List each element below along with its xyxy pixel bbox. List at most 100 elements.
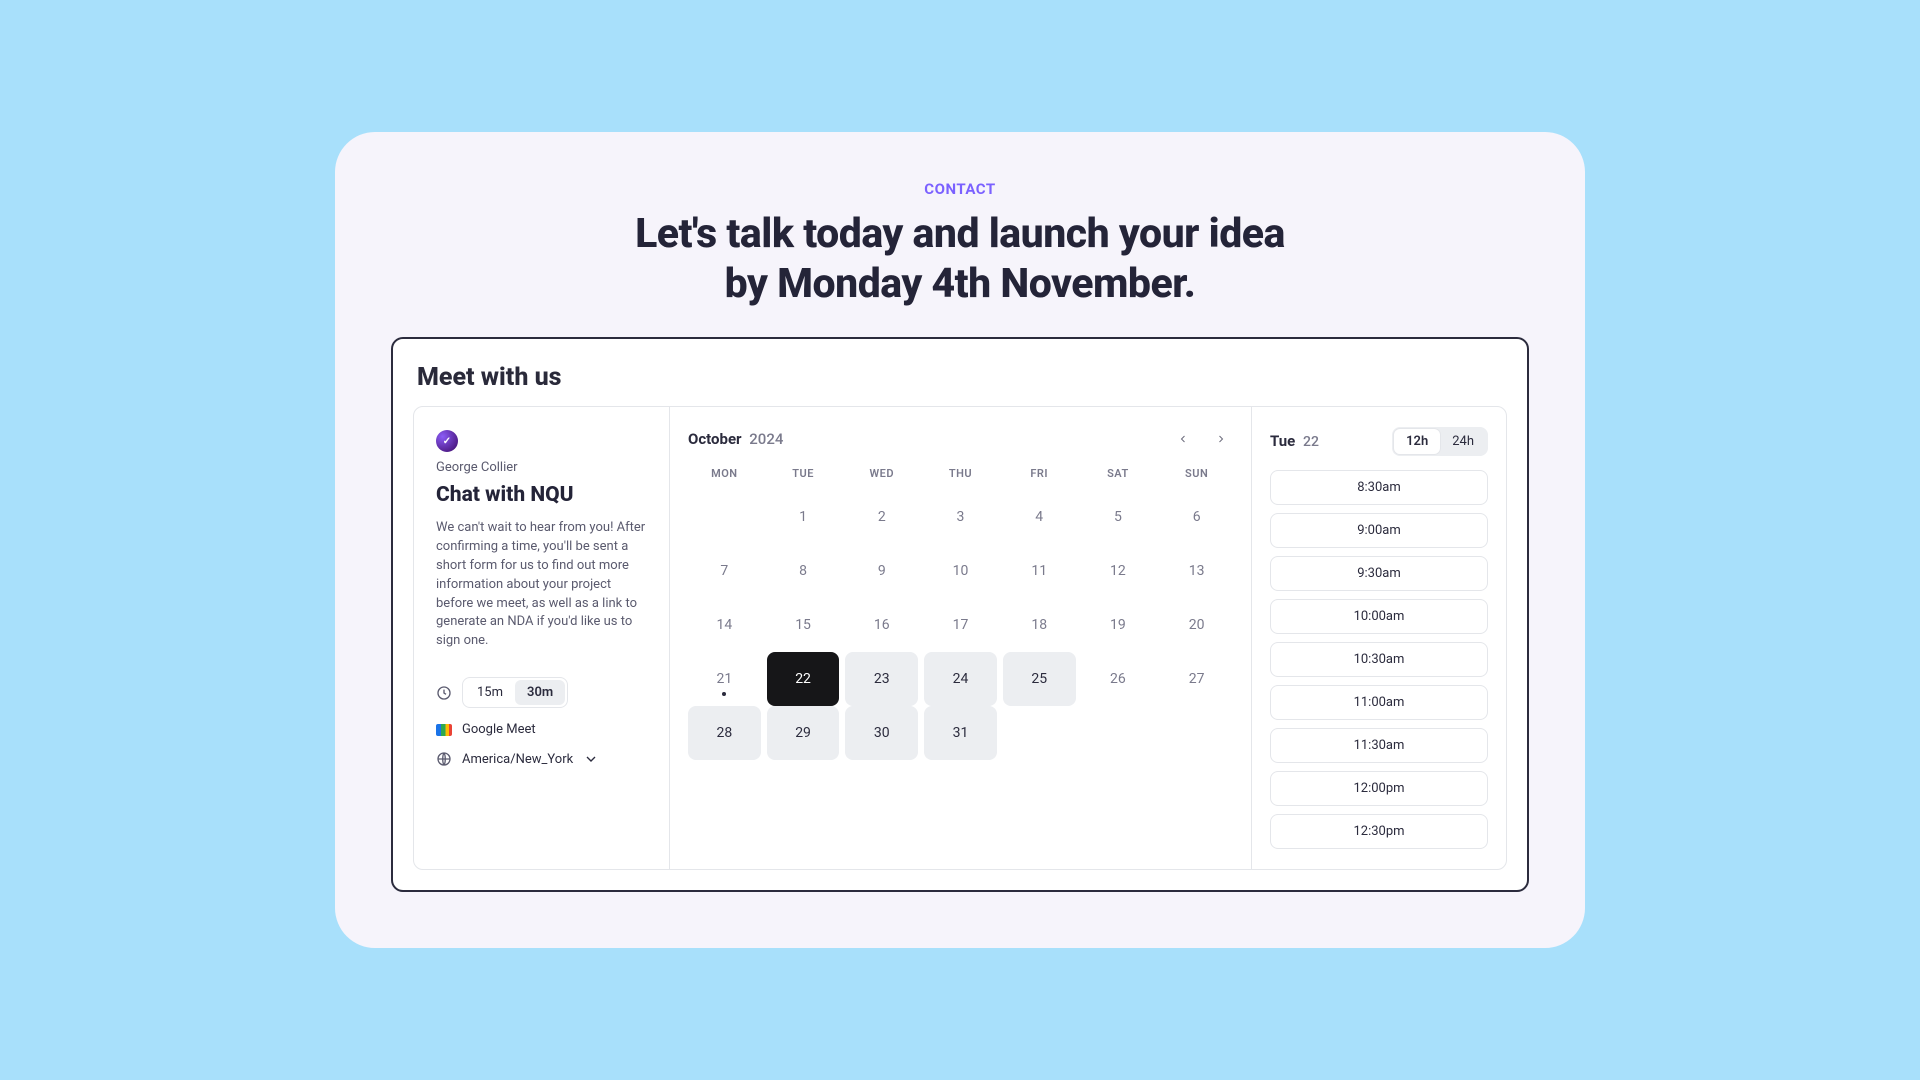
duration-row: 15m30m bbox=[436, 677, 647, 708]
calendar-day-20: 20 bbox=[1160, 598, 1233, 652]
event-details-column: George Collier Chat with NQU We can't wa… bbox=[414, 407, 670, 869]
calendar-month: October bbox=[688, 430, 742, 448]
calendar-week-row: 21222324252627 bbox=[688, 652, 1233, 706]
calendar-dow: SUN bbox=[1160, 461, 1233, 490]
calendar-day-empty bbox=[688, 490, 761, 544]
globe-icon bbox=[436, 751, 452, 767]
timeslot-list: 8:30am 9:00am 9:30am 10:00am 10:30am 11:00am 1… bbox=[1270, 470, 1488, 849]
selected-day-label: Tue 22 bbox=[1270, 432, 1319, 450]
selected-day-num: 22 bbox=[1303, 434, 1319, 450]
calendar-day-4: 4 bbox=[1003, 490, 1076, 544]
calendar-day-9: 9 bbox=[845, 544, 918, 598]
host-avatar bbox=[436, 430, 458, 452]
time-format-option-24h[interactable]: 24h bbox=[1440, 429, 1486, 454]
timeslot[interactable]: 11:30am bbox=[1270, 728, 1488, 763]
calendar-nav bbox=[1171, 427, 1233, 451]
location-label: Google Meet bbox=[462, 722, 536, 737]
calendar-day-11: 11 bbox=[1003, 544, 1076, 598]
calendar-header: October 2024 bbox=[688, 427, 1233, 451]
headline-line2: by Monday 4th November. bbox=[725, 260, 1196, 308]
booking-inner: George Collier Chat with NQU We can't wa… bbox=[413, 406, 1507, 870]
timeslot[interactable]: 10:30am bbox=[1270, 642, 1488, 677]
calendar-day-empty bbox=[1003, 706, 1076, 760]
timezone-row[interactable]: America/New_York bbox=[436, 751, 647, 767]
calendar-day-1: 1 bbox=[767, 490, 840, 544]
calendar-day-28[interactable]: 28 bbox=[688, 706, 761, 760]
calendar-day-5: 5 bbox=[1082, 490, 1155, 544]
calendar-day-15: 15 bbox=[767, 598, 840, 652]
calendar-month-label: October 2024 bbox=[688, 430, 783, 448]
calendar-grid: 1234567891011121314151617181920212223242… bbox=[688, 490, 1233, 760]
calendar-dow: FRI bbox=[1003, 461, 1076, 490]
calendar-day-27: 27 bbox=[1160, 652, 1233, 706]
time-format-option-12h[interactable]: 12h bbox=[1394, 429, 1440, 454]
calendar-week-row: 28293031 bbox=[688, 706, 1233, 760]
calendar-day-13: 13 bbox=[1160, 544, 1233, 598]
duration-option-30m[interactable]: 30m bbox=[515, 680, 565, 705]
clock-icon bbox=[436, 685, 452, 701]
calendar-day-23[interactable]: 23 bbox=[845, 652, 918, 706]
time-format-segmented: 12h24h bbox=[1392, 427, 1488, 456]
calendar-day-30[interactable]: 30 bbox=[845, 706, 918, 760]
calendar-week-row: 78910111213 bbox=[688, 544, 1233, 598]
timeslot[interactable]: 9:00am bbox=[1270, 513, 1488, 548]
timeslot[interactable]: 9:30am bbox=[1270, 556, 1488, 591]
calendar-column: October 2024 MONTUEWEDTHUFRISATSUN 12345… bbox=[670, 407, 1252, 869]
calendar-day-2: 2 bbox=[845, 490, 918, 544]
calendar-dow: WED bbox=[845, 461, 918, 490]
calendar-day-7: 7 bbox=[688, 544, 761, 598]
booking-panel: Meet with us George Collier Chat with NQ… bbox=[391, 337, 1529, 892]
timeslot[interactable]: 8:30am bbox=[1270, 470, 1488, 505]
calendar-day-empty bbox=[1082, 706, 1155, 760]
calendar-day-25[interactable]: 25 bbox=[1003, 652, 1076, 706]
calendar-day-6: 6 bbox=[1160, 490, 1233, 544]
headline: Let's talk today and launch your idea by… bbox=[391, 210, 1529, 308]
next-month-button[interactable] bbox=[1209, 427, 1233, 451]
calendar-dow: SAT bbox=[1082, 461, 1155, 490]
timeslot[interactable]: 12:30pm bbox=[1270, 814, 1488, 849]
calendar-day-16: 16 bbox=[845, 598, 918, 652]
calendar-year: 2024 bbox=[749, 430, 783, 448]
timeslot[interactable]: 11:00am bbox=[1270, 685, 1488, 720]
calendar-day-3: 3 bbox=[924, 490, 997, 544]
calendar-day-21: 21 bbox=[688, 652, 761, 706]
calendar-dow: THU bbox=[924, 461, 997, 490]
timezone-label: America/New_York bbox=[462, 752, 573, 767]
calendar-day-17: 17 bbox=[924, 598, 997, 652]
timeslot[interactable]: 12:00pm bbox=[1270, 771, 1488, 806]
chevron-down-icon bbox=[583, 751, 599, 767]
calendar-day-10: 10 bbox=[924, 544, 997, 598]
calendar-day-14: 14 bbox=[688, 598, 761, 652]
selected-day-dow: Tue bbox=[1270, 432, 1295, 450]
calendar-day-8: 8 bbox=[767, 544, 840, 598]
location-row: Google Meet bbox=[436, 722, 647, 737]
contact-card: CONTACT Let's talk today and launch your… bbox=[335, 132, 1585, 947]
event-description: We can't wait to hear from you! After co… bbox=[436, 519, 647, 651]
calendar-day-18: 18 bbox=[1003, 598, 1076, 652]
calendar-day-22[interactable]: 22 bbox=[767, 652, 840, 706]
calendar-day-31[interactable]: 31 bbox=[924, 706, 997, 760]
event-title: Chat with NQU bbox=[436, 483, 647, 507]
headline-line1: Let's talk today and launch your idea bbox=[635, 210, 1285, 258]
panel-title: Meet with us bbox=[417, 363, 1507, 392]
calendar-day-24[interactable]: 24 bbox=[924, 652, 997, 706]
calendar-dow: TUE bbox=[767, 461, 840, 490]
calendar-dow: MON bbox=[688, 461, 761, 490]
timeslot-column: Tue 22 12h24h 8:30am 9:00am 9:30am 10:00am 1… bbox=[1252, 407, 1506, 869]
calendar-week-row: 123456 bbox=[688, 490, 1233, 544]
calendar-day-12: 12 bbox=[1082, 544, 1155, 598]
section-eyebrow: CONTACT bbox=[391, 180, 1529, 198]
duration-option-15m[interactable]: 15m bbox=[465, 680, 515, 705]
timeslot-header: Tue 22 12h24h bbox=[1270, 427, 1488, 456]
calendar-week-row: 14151617181920 bbox=[688, 598, 1233, 652]
calendar-day-empty bbox=[1160, 706, 1233, 760]
host-name: George Collier bbox=[436, 460, 647, 475]
timeslot[interactable]: 10:00am bbox=[1270, 599, 1488, 634]
prev-month-button[interactable] bbox=[1171, 427, 1195, 451]
google-meet-icon bbox=[436, 724, 452, 736]
calendar-day-29[interactable]: 29 bbox=[767, 706, 840, 760]
calendar-dow-row: MONTUEWEDTHUFRISATSUN bbox=[688, 461, 1233, 490]
calendar-day-19: 19 bbox=[1082, 598, 1155, 652]
calendar-day-26: 26 bbox=[1082, 652, 1155, 706]
duration-segmented: 15m30m bbox=[462, 677, 568, 708]
